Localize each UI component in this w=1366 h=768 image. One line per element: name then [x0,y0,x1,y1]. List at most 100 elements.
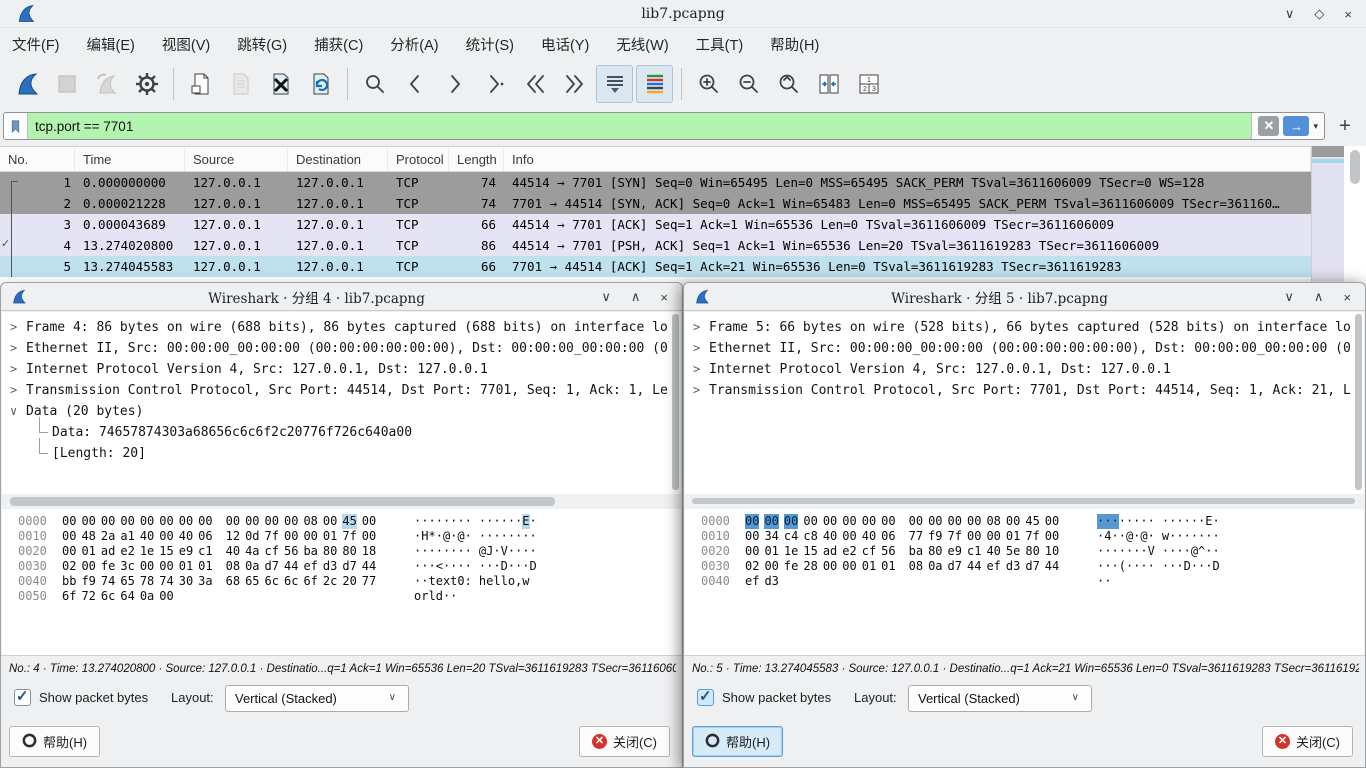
column-header-no[interactable]: No. [0,147,75,171]
capture-options-button[interactable] [128,65,165,103]
horizontal-scrollbar[interactable] [684,495,1365,509]
menu-item-view[interactable]: 视图(V) [162,34,210,55]
last-packet-button[interactable] [556,65,593,103]
scrollbar-thumb[interactable] [672,314,679,490]
packet-row[interactable]: 10.000000000127.0.0.1127.0.0.1TCP7444514… [0,172,1311,193]
maximize-icon[interactable]: ∧ [631,289,641,305]
column-header-source[interactable]: Source [185,147,288,171]
close-button[interactable]: ✕ 关闭(C) [1262,726,1353,757]
tree-scrollbar[interactable] [1355,314,1362,490]
hex-row[interactable]: 001000482aa140004006120d7f0000017f00·H*·… [2,529,681,544]
maximize-icon[interactable]: ◇ [1314,6,1324,22]
filter-dropdown-icon[interactable]: ▾ [1313,121,1318,132]
hex-row[interactable]: 00300200fe2800000101080ad744efd3d744···(… [685,559,1364,574]
help-button[interactable]: 帮助(H) [692,726,783,757]
stop-capture-button[interactable] [48,65,85,103]
hex-row[interactable]: 002000011e15ade2cf56ba80e9c1405e8010····… [685,544,1364,559]
close-button[interactable]: ✕ 关闭(C) [579,726,670,757]
zoom-out-button[interactable] [730,65,767,103]
tree-item[interactable]: >Transmission Control Protocol, Src Port… [685,380,1364,401]
display-filter-input[interactable]: tcp.port == 7701 ✕ → ▾ [3,112,1325,140]
tree-item[interactable]: >Internet Protocol Version 4, Src: 127.0… [685,359,1364,380]
minimize-icon[interactable]: ∨ [1285,6,1295,22]
tree-item[interactable]: >Frame 5: 66 bytes on wire (528 bits), 6… [685,317,1364,338]
tree-item[interactable]: >Internet Protocol Version 4, Src: 127.0… [2,359,681,380]
column-header-time[interactable]: Time [75,147,185,171]
scrollbar-thumb[interactable] [692,498,1355,504]
tree-item[interactable]: [Length: 20] [2,443,681,464]
zoom-reset-button[interactable] [770,65,807,103]
hex-row[interactable]: 00100034c4c84000400677f97f0000017f00·4··… [685,529,1364,544]
menu-item-telephony[interactable]: 电话(Y) [541,34,589,55]
close-icon[interactable]: × [1343,290,1351,305]
hex-row[interactable]: 00506f726c640a00orld·· [2,589,681,604]
hex-row[interactable]: 00200001ade21e15e9c1404acf56ba808018····… [2,544,681,559]
scrollbar-thumb[interactable] [1350,150,1360,184]
close-file-button[interactable] [262,65,299,103]
hex-row[interactable]: 0040efd3·· [685,574,1364,589]
clear-filter-icon[interactable]: ✕ [1258,116,1279,136]
start-capture-button[interactable] [8,65,45,103]
restart-capture-button[interactable] [88,65,125,103]
first-packet-button[interactable] [516,65,553,103]
show-packet-bytes-checkbox[interactable]: ✓ [697,689,714,706]
hex-row[interactable]: 000000000000000000000000000008004500····… [2,514,681,529]
dialog-titlebar[interactable]: Wireshark · 分组 4 · lib7.pcapng ∨ ∧ × [1,283,682,311]
add-filter-button[interactable]: + [1332,114,1358,138]
save-file-button[interactable] [222,65,259,103]
column-header-info[interactable]: Info [504,147,1311,171]
hex-row[interactable]: 000000000000000000000000000008004500····… [685,514,1364,529]
layout-select[interactable]: Vertical (Stacked) ∨ [908,685,1092,712]
minimize-icon[interactable]: ∨ [1284,289,1294,305]
packet-row[interactable]: 20.000021228127.0.0.1127.0.0.1TCP747701 … [0,193,1311,214]
reload-file-button[interactable] [302,65,339,103]
tree-item[interactable]: ∨Data (20 bytes) [2,401,681,422]
menu-item-go[interactable]: 跳转(G) [237,34,287,55]
menu-item-tools[interactable]: 工具(T) [696,34,744,55]
tree-item[interactable]: >Ethernet II, Src: 00:00:00_00:00:00 (00… [685,338,1364,359]
maximize-icon[interactable]: ∧ [1314,289,1324,305]
tree-item[interactable]: >Transmission Control Protocol, Src Port… [2,380,681,401]
packet-list-minimap[interactable] [1311,146,1344,281]
show-packet-bytes-checkbox[interactable]: ✓ [14,689,31,706]
previous-packet-button[interactable] [396,65,433,103]
menu-item-statistics[interactable]: 统计(S) [466,34,514,55]
column-header-destination[interactable]: Destination [288,147,388,171]
packet-list-scrollbar[interactable] [1344,146,1366,282]
find-packet-button[interactable] [356,65,393,103]
hex-row[interactable]: 0040bbf974657874303a68656c6c6f2c2077··te… [2,574,681,589]
minimize-icon[interactable]: ∨ [601,289,611,305]
next-packet-button[interactable] [436,65,473,103]
go-to-packet-button[interactable] [476,65,513,103]
menu-item-edit[interactable]: 编辑(E) [87,34,135,55]
colorize-button[interactable] [636,65,673,103]
menu-item-wireless[interactable]: 无线(W) [616,34,668,55]
dialog-titlebar[interactable]: Wireshark · 分组 5 · lib7.pcapng ∨ ∧ × [684,283,1365,311]
tree-item[interactable]: Data: 74657874303a68656c6c6f2c20776f726c… [2,422,681,443]
packet-row[interactable]: 30.000043689127.0.0.1127.0.0.1TCP6644514… [0,214,1311,235]
layout-button[interactable]: 123 [850,65,887,103]
zoom-in-button[interactable] [690,65,727,103]
column-header-length[interactable]: Length [449,147,504,171]
auto-scroll-button[interactable] [596,65,633,103]
tree-item[interactable]: >Ethernet II, Src: 00:00:00_00:00:00 (00… [2,338,681,359]
close-icon[interactable]: × [1344,7,1352,22]
help-button[interactable]: 帮助(H) [9,726,100,757]
scrollbar-thumb[interactable] [1355,314,1362,490]
open-file-button[interactable] [182,65,219,103]
filter-bookmark-icon[interactable] [4,113,28,139]
menu-item-capture[interactable]: 捕获(C) [314,34,363,55]
close-icon[interactable]: × [660,290,668,305]
layout-select[interactable]: Vertical (Stacked) ∨ [225,685,409,712]
resize-columns-button[interactable] [810,65,847,103]
tree-scrollbar[interactable] [672,314,679,490]
apply-filter-icon[interactable]: → [1283,116,1309,136]
scrollbar-thumb[interactable] [10,497,555,506]
hex-row[interactable]: 00300200fe3c00000101080ad744efd3d744···<… [2,559,681,574]
tree-item[interactable]: >Frame 4: 86 bytes on wire (688 bits), 8… [2,317,681,338]
column-header-protocol[interactable]: Protocol [388,147,449,171]
packet-row[interactable]: ✓413.274020800127.0.0.1127.0.0.1TCP86445… [0,235,1311,256]
menu-item-file[interactable]: 文件(F) [12,34,60,55]
packet-row[interactable]: 513.274045583127.0.0.1127.0.0.1TCP667701… [0,256,1311,277]
horizontal-scrollbar[interactable] [1,495,682,509]
